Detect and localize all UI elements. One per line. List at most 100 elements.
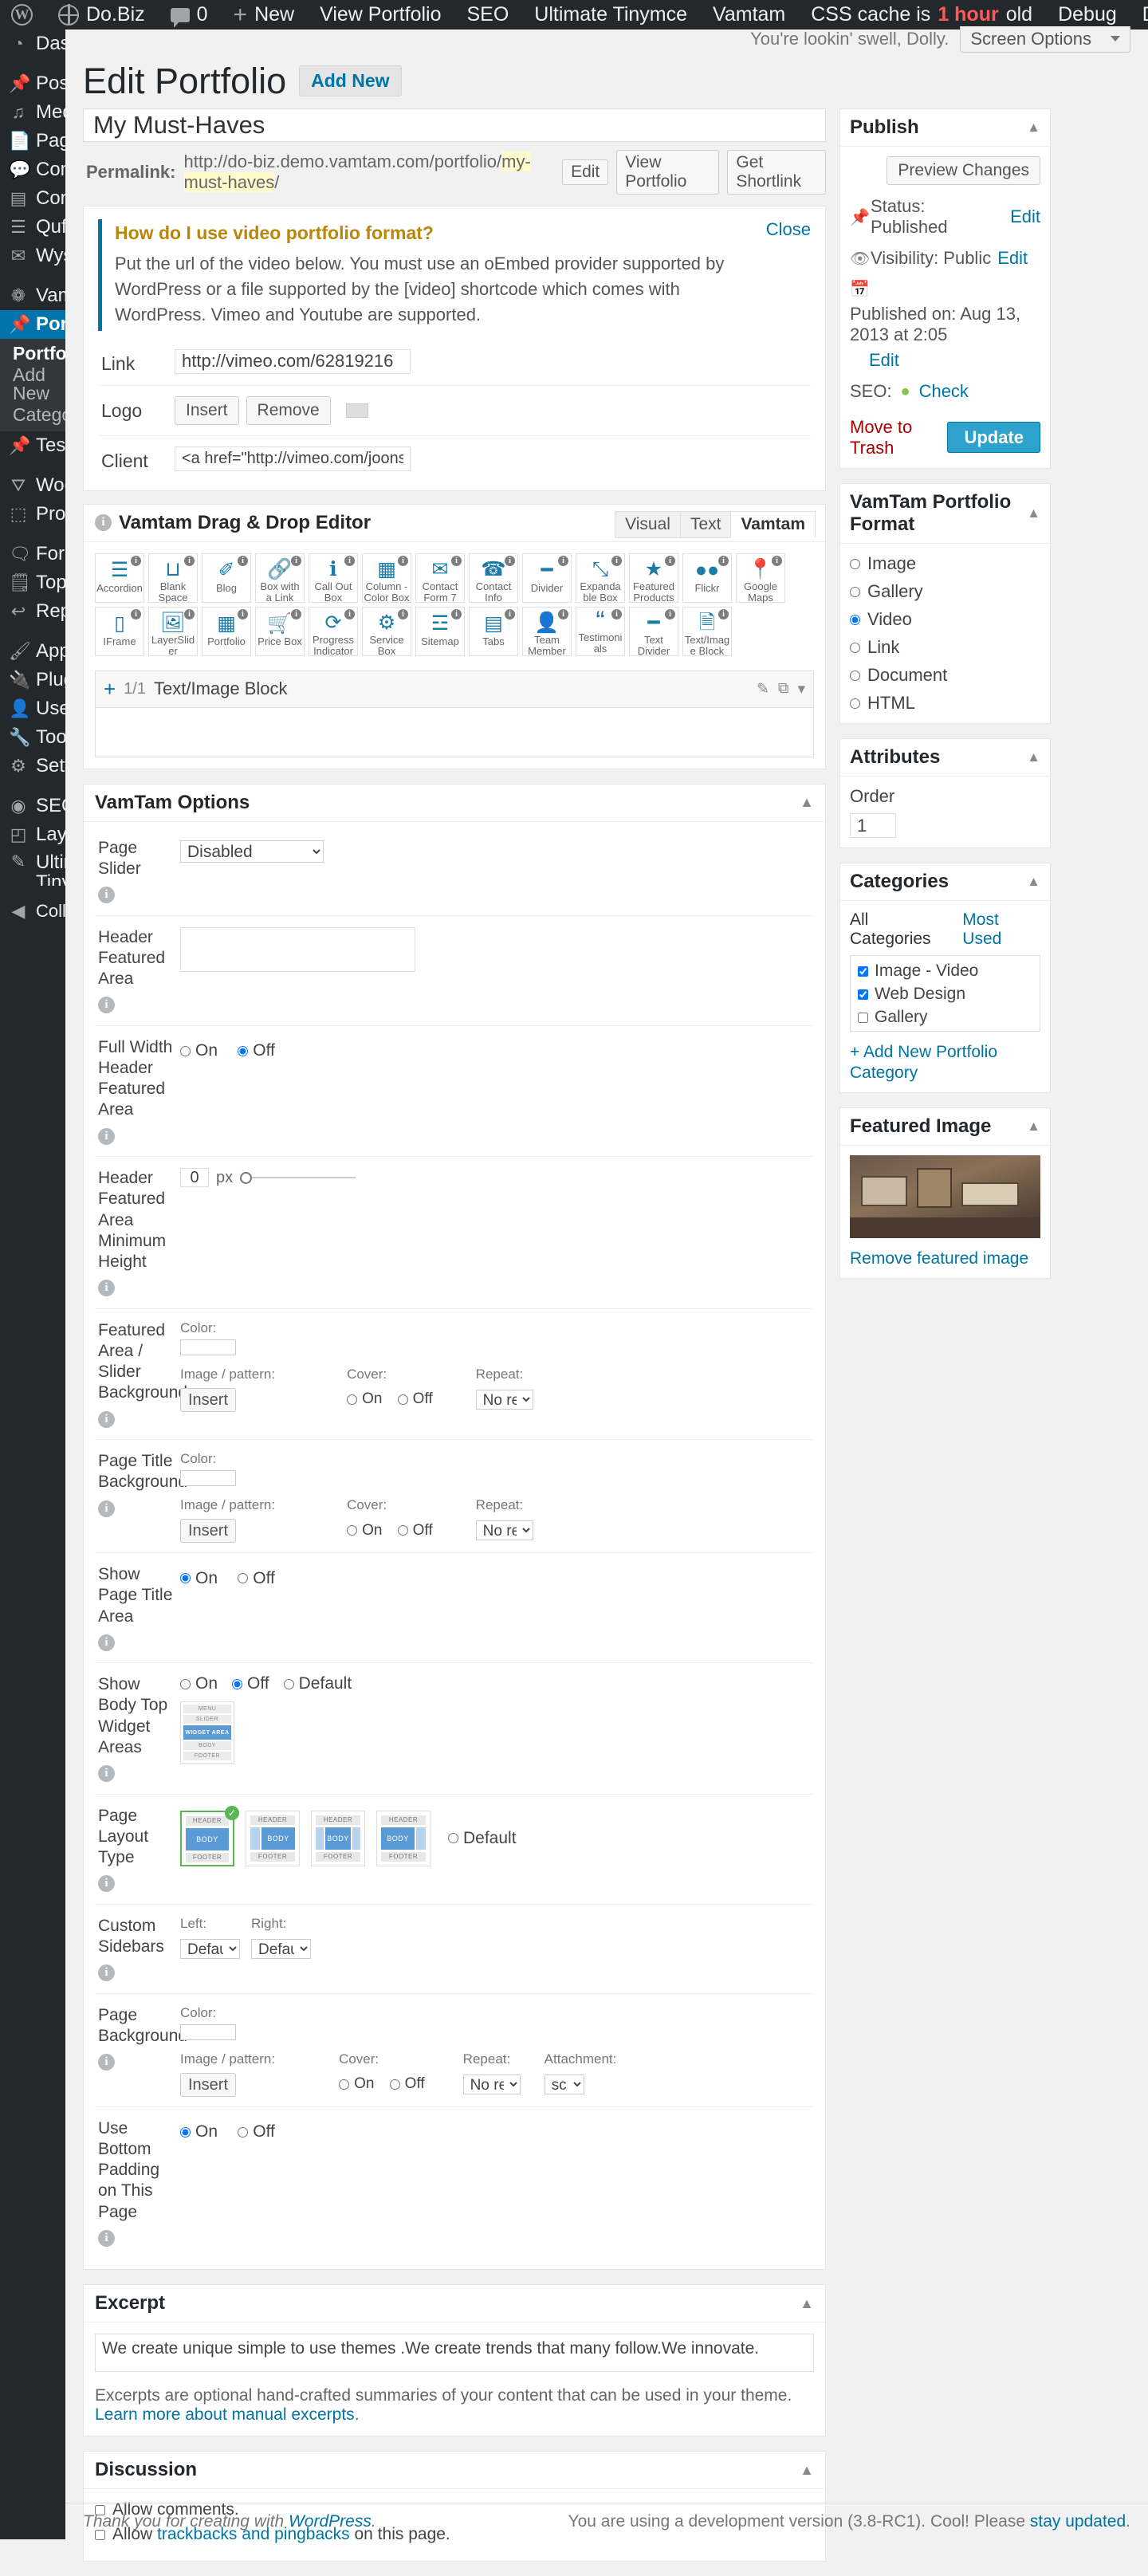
radio[interactable] xyxy=(284,1679,294,1689)
chevron-up-icon[interactable]: ▲ xyxy=(1027,749,1040,765)
radio[interactable] xyxy=(339,2079,349,2090)
info-icon[interactable]: i xyxy=(98,1634,115,1651)
sidebar-subitem-portfolios[interactable]: Portfolios xyxy=(0,343,65,364)
category-web-design[interactable]: Web Design xyxy=(858,985,1032,1004)
sidebar-item-pages[interactable]: Pages xyxy=(0,127,65,155)
cover-off[interactable]: Off xyxy=(398,1522,433,1540)
client-input[interactable] xyxy=(175,446,411,471)
featured-image-thumbnail[interactable] xyxy=(850,1155,1040,1238)
module-featured-products[interactable]: i★Featured Products xyxy=(629,553,678,603)
module-progress-indicator[interactable]: i⟳Progress Indicator xyxy=(309,607,358,656)
categories-list[interactable]: Image - Video Web Design Gallery HTML Im… xyxy=(850,955,1040,1032)
widget-default[interactable]: Default xyxy=(284,1674,352,1693)
color-picker[interactable] xyxy=(180,1339,236,1355)
module-portfolio[interactable]: i▦Portfolio xyxy=(202,607,251,656)
sidebar-subitem-add-new[interactable]: Add New xyxy=(0,364,65,404)
checkbox[interactable] xyxy=(858,966,868,977)
radio[interactable] xyxy=(232,1679,242,1689)
min-height-slider[interactable] xyxy=(240,1172,356,1184)
chevron-up-icon[interactable]: ▲ xyxy=(800,794,814,811)
adminbar-ultimate-tinymce[interactable]: Ultimate Tinymce xyxy=(521,0,700,29)
adminbar-debug[interactable]: Debug xyxy=(1045,0,1130,29)
module-sitemap[interactable]: i☲Sitemap xyxy=(415,607,465,656)
published-edit-link[interactable]: Edit xyxy=(869,350,899,371)
left-sidebar-select[interactable]: Default xyxy=(180,1939,240,1959)
chevron-up-icon[interactable]: ▲ xyxy=(1027,120,1040,136)
attachment-select[interactable]: scroll xyxy=(545,2075,584,2094)
show-title-on[interactable]: On xyxy=(180,1569,218,1588)
radio[interactable] xyxy=(850,643,860,653)
format-option-video[interactable]: Video xyxy=(850,609,1040,630)
chevron-down-icon[interactable]: ▾ xyxy=(797,680,805,698)
module-blank-space[interactable]: i⊔Blank Space xyxy=(148,553,198,603)
layout-option-2[interactable]: HEADER BODY FOOTER xyxy=(246,1811,300,1866)
module-contact-info[interactable]: i☎Contact Info xyxy=(469,553,518,603)
module-price-box[interactable]: i🛒Price Box xyxy=(255,607,305,656)
checkbox[interactable] xyxy=(858,989,868,1000)
color-picker[interactable] xyxy=(180,1470,236,1486)
link-input[interactable] xyxy=(175,349,411,374)
update-button[interactable]: Update xyxy=(947,422,1040,453)
stay-updated-link[interactable]: stay updated xyxy=(1030,2512,1126,2531)
module-service-box[interactable]: i⚙Service Box xyxy=(362,607,411,656)
module-team-member[interactable]: i👤Team Member xyxy=(522,607,572,656)
module-call-out-box[interactable]: iℹCall Out Box xyxy=(309,553,358,603)
adminbar-wordpress-logo[interactable]: W xyxy=(0,0,45,29)
full-width-off[interactable]: Off xyxy=(238,1041,275,1060)
module-blog[interactable]: i✐Blog xyxy=(202,553,251,603)
radio[interactable] xyxy=(398,1525,408,1536)
tab-visual[interactable]: Visual xyxy=(615,511,681,538)
sidebar-subitem-categories[interactable]: Categories xyxy=(0,404,65,426)
radio[interactable] xyxy=(347,1525,357,1536)
permalink-url[interactable]: http://do-biz.demo.vamtam.com/portfolio/… xyxy=(184,151,555,193)
help-close-link[interactable]: Close xyxy=(766,219,811,240)
tab-vamtam[interactable]: Vamtam xyxy=(730,511,816,538)
preview-changes-button[interactable]: Preview Changes xyxy=(887,156,1040,185)
duplicate-icon[interactable]: ⧉ xyxy=(778,680,789,698)
widget-on[interactable]: On xyxy=(180,1674,218,1693)
info-icon[interactable]: i xyxy=(98,1964,115,1981)
radio[interactable] xyxy=(347,1394,357,1405)
min-height-input[interactable] xyxy=(180,1168,209,1187)
format-option-html[interactable]: HTML xyxy=(850,693,1040,714)
chevron-up-icon[interactable]: ▲ xyxy=(1027,1119,1040,1135)
sidebar-item-products[interactable]: Products xyxy=(0,500,65,529)
layout-default[interactable]: Default xyxy=(448,1829,517,1848)
status-edit-link[interactable]: Edit xyxy=(1010,206,1040,227)
move-to-trash-link[interactable]: Move to Trash xyxy=(850,417,947,458)
sidebar-item-tools[interactable]: Tools xyxy=(0,723,65,752)
edit-icon[interactable]: ✎ xyxy=(757,680,769,698)
info-icon[interactable]: i xyxy=(98,997,115,1013)
checkbox[interactable] xyxy=(858,1013,868,1023)
cover-off[interactable]: Off xyxy=(390,2075,425,2093)
module-text-divider[interactable]: i━Text Divider xyxy=(629,607,678,656)
visibility-edit-link[interactable]: Edit xyxy=(997,248,1028,269)
seo-check-link[interactable]: Check xyxy=(919,381,969,402)
logo-insert-button[interactable]: Insert xyxy=(175,396,239,425)
chevron-up-icon[interactable]: ▲ xyxy=(800,2295,814,2312)
padding-on[interactable]: On xyxy=(180,2122,218,2141)
info-icon[interactable]: i xyxy=(98,1411,115,1428)
sidebar-item-topics[interactable]: Topics xyxy=(0,568,65,597)
view-portfolio-button[interactable]: View Portfolio xyxy=(616,150,719,195)
module-flickr[interactable]: i●●Flickr xyxy=(682,553,732,603)
radio[interactable] xyxy=(180,2127,191,2137)
padding-off[interactable]: Off xyxy=(238,2122,275,2141)
info-icon[interactable]: i xyxy=(98,2054,115,2071)
sidebar-item-users[interactable]: Users xyxy=(0,694,65,723)
sidebar-item-seo[interactable]: SEO xyxy=(0,792,65,820)
wordpress-link[interactable]: WordPress xyxy=(289,2512,372,2531)
sidebar-item-ultimate-tinymce[interactable]: Ultimate TinyMCE xyxy=(0,849,65,886)
page-slider-select[interactable]: Disabled xyxy=(180,840,324,863)
radio[interactable] xyxy=(180,1573,191,1583)
full-width-on[interactable]: On xyxy=(180,1041,218,1060)
info-icon[interactable]: i xyxy=(98,2230,115,2247)
chevron-up-icon[interactable]: ▲ xyxy=(1027,874,1040,890)
chevron-up-icon[interactable]: ▲ xyxy=(1027,505,1040,521)
logo-remove-button[interactable]: Remove xyxy=(246,396,331,425)
info-icon[interactable]: i xyxy=(98,1765,115,1782)
adminbar-developer[interactable]: Developer xyxy=(1130,0,1148,29)
module-contact-form-7[interactable]: i✉Contact Form 7 xyxy=(415,553,465,603)
block-content-area[interactable] xyxy=(95,708,814,757)
module-column-color-box[interactable]: i▦Column - Color Box xyxy=(362,553,411,603)
